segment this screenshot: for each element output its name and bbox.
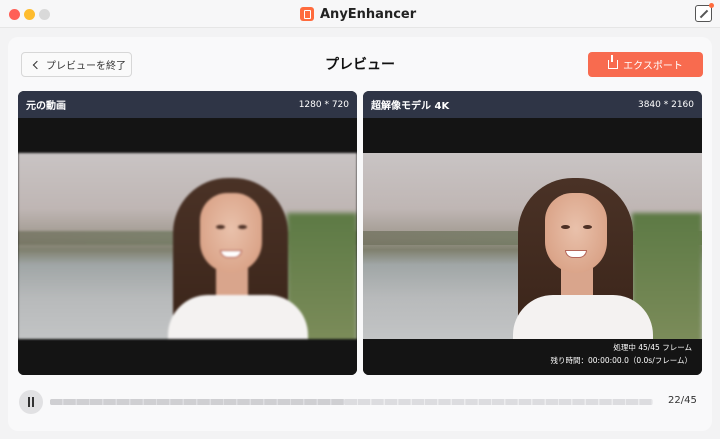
video-area[interactable]: 処理中 45/45 フレーム 残り時間：00:00:00.0（0.0s/フレーム… xyxy=(363,118,702,375)
title-bar: AnyEnhancer xyxy=(0,0,720,28)
processing-status: 処理中 45/45 フレーム 残り時間：00:00:00.0（0.0s/フレーム… xyxy=(551,341,692,367)
original-video-frame xyxy=(18,153,357,339)
preview-content: プレビューを終了 プレビュー エクスポート 元の動画 1280 * 720 超解… xyxy=(8,37,712,431)
scrubber-progress xyxy=(50,399,345,405)
app-name: AnyEnhancer xyxy=(320,6,417,22)
pause-button[interactable] xyxy=(19,390,43,414)
panel-resolution: 3840 * 2160 xyxy=(637,99,694,110)
frame-scrubber[interactable] xyxy=(50,399,653,405)
zoom-window-button[interactable] xyxy=(39,9,50,20)
panel-resolution: 1280 * 720 xyxy=(298,99,349,110)
video-area[interactable] xyxy=(18,118,357,375)
panel-label: 超解像モデル 4K xyxy=(371,101,450,112)
original-video-panel: 元の動画 1280 * 720 xyxy=(18,91,357,375)
export-button[interactable]: エクスポート xyxy=(588,52,703,77)
app-title: AnyEnhancer xyxy=(300,5,416,23)
enhanced-video-frame xyxy=(363,153,702,339)
panel-label: 元の動画 xyxy=(26,101,66,112)
minimize-window-button[interactable] xyxy=(24,9,35,20)
processing-time-remaining: 残り時間：00:00:00.0（0.0s/フレーム） xyxy=(550,356,692,365)
panel-header: 元の動画 1280 * 720 xyxy=(18,91,357,118)
edit-feedback-button[interactable] xyxy=(695,3,714,22)
app-logo-icon xyxy=(300,7,314,21)
enhanced-video-panel: 超解像モデル 4K 3840 * 2160 処理中 45/45 フレーム 残り時… xyxy=(363,91,702,375)
pause-icon xyxy=(28,397,30,407)
export-label: エクスポート xyxy=(623,61,683,72)
close-window-button[interactable] xyxy=(9,9,20,20)
edit-feedback-icon xyxy=(699,9,709,19)
panel-header: 超解像モデル 4K 3840 * 2160 xyxy=(363,91,702,118)
frame-counter: 22/45 xyxy=(668,395,697,406)
processing-frames: 処理中 45/45 フレーム xyxy=(613,343,692,352)
export-icon xyxy=(608,55,619,69)
